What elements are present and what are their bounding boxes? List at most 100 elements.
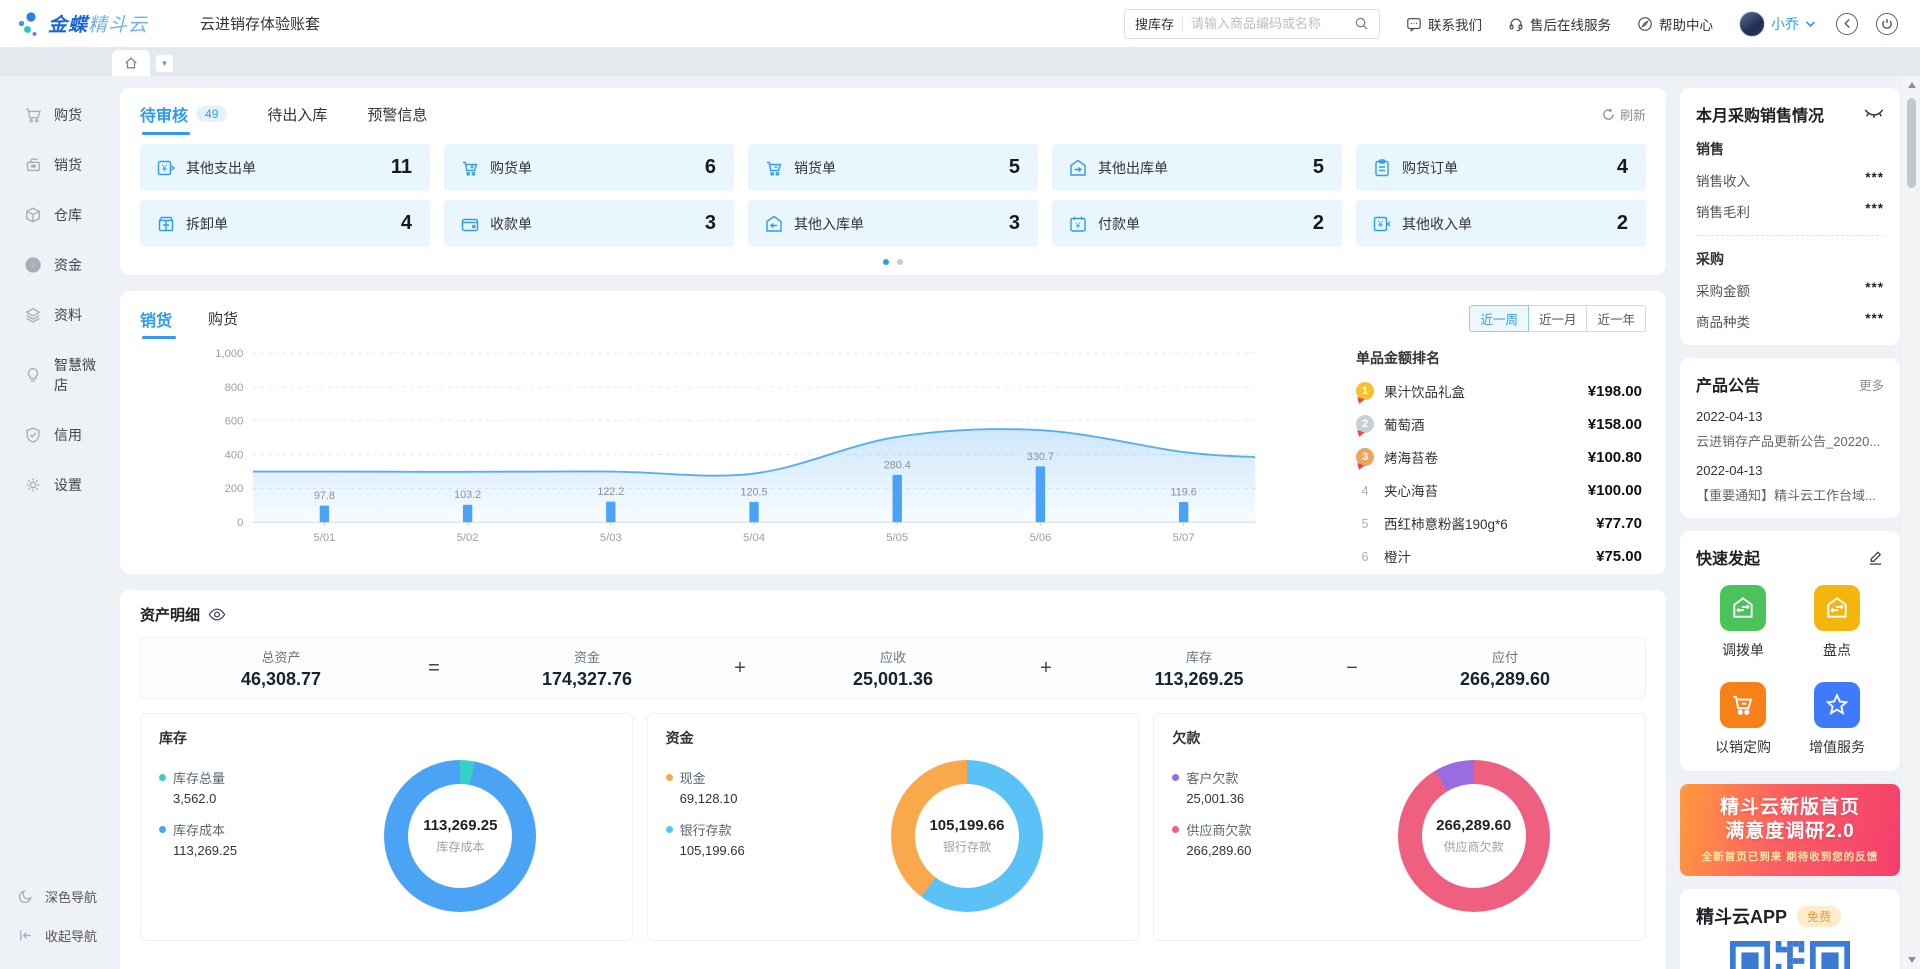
todo-card-disassembly[interactable]: 拆卸单 4 [140, 200, 430, 247]
quick-value-added-services[interactable]: 增值服务 [1809, 682, 1865, 757]
svg-text:¥: ¥ [1377, 219, 1384, 229]
sales-income-row: 销售收入 *** [1696, 170, 1884, 190]
search-input[interactable] [1191, 16, 1354, 31]
rank-amount: ¥100.80 [1578, 449, 1642, 466]
todo-card-label: 其他入库单 [794, 214, 864, 234]
back-button[interactable] [1836, 13, 1858, 35]
quick-transfer-order[interactable]: 调拨单 [1720, 585, 1766, 660]
announcement-link[interactable]: 【重要通知】精斗云工作台域... [1696, 485, 1884, 504]
announcement-link[interactable]: 云进销存产品更新公告_20220... [1696, 431, 1884, 450]
todo-card-other-inbound[interactable]: 其他入库单 3 [748, 200, 1038, 247]
todo-card-other-income[interactable]: ¥ 其他收入单 2 [1356, 200, 1646, 247]
active-tab-underline [142, 132, 190, 135]
legend-item: 供应商欠款 266,289.60 [1172, 820, 1320, 858]
rank-number: 4 [1356, 483, 1374, 498]
arrow-left-icon [1842, 18, 1853, 29]
sidebar-item-settings[interactable]: 设置 [0, 460, 98, 510]
formula-payable: 应付 266,289.60 [1365, 647, 1645, 690]
app-logo[interactable]: 金蝶精斗云 [18, 10, 148, 37]
inventory-donut-chart[interactable]: 113,269.25 库存成本 [384, 760, 536, 912]
rank-name: 烤海苔卷 [1384, 447, 1438, 467]
debt-donut-chart[interactable]: 266,289.60 供应商欠款 [1398, 760, 1550, 912]
collapse-nav-button[interactable]: 收起导航 [0, 916, 98, 955]
todo-card-receipt[interactable]: 收款单 3 [444, 200, 734, 247]
payment-doc-icon: ¥ [1068, 214, 1088, 234]
todo-card-other-expense[interactable]: ¥ 其他支出单 11 [140, 144, 430, 191]
tab-pending-inout[interactable]: 待出入库 [267, 104, 327, 125]
sidebar-item-funds[interactable]: ¥ 资金 [0, 240, 98, 290]
ranking-row[interactable]: 6 橙汁 ¥75.00 [1356, 546, 1642, 566]
inventory-card-title: 库存 [159, 728, 614, 748]
announcements-panel: 产品公告 更多 2022-04-13 云进销存产品更新公告_20220... 2… [1680, 358, 1900, 518]
logout-button[interactable] [1876, 13, 1898, 35]
todo-card-sales-order[interactable]: 销货单 5 [748, 144, 1038, 191]
carousel-dot-2[interactable] [897, 259, 903, 265]
search-box[interactable]: 搜库存 [1124, 9, 1380, 39]
tab-sales-trend[interactable]: 销货 [140, 307, 172, 331]
todo-card-other-outbound[interactable]: 其他出库单 5 [1052, 144, 1342, 191]
avatar[interactable] [1739, 11, 1765, 37]
sidebar-item-warehouse[interactable]: 仓库 [0, 190, 98, 240]
svg-text:103.2: 103.2 [454, 489, 481, 501]
donut-center-label: 银行存款 [943, 838, 991, 855]
contact-us-link[interactable]: 联系我们 [1406, 14, 1482, 34]
legend-value: 266,289.60 [1186, 843, 1320, 858]
ranking-row[interactable]: 5 西红柿意粉酱190g*6 ¥77.70 [1356, 513, 1642, 533]
rank-name: 西红柿意粉酱190g*6 [1384, 513, 1508, 533]
account-title: 云进销存体验账套 [200, 13, 320, 34]
sales-group-header: 销售 [1696, 139, 1884, 159]
scrollbar-up-arrow[interactable] [1908, 82, 1916, 88]
edit-pencil-icon[interactable] [1867, 549, 1884, 566]
sidebar-item-sales[interactable]: 销货 [0, 140, 98, 190]
legend-value: 69,128.10 [680, 791, 814, 806]
todo-card-purchase-order-form[interactable]: 购货订单 4 [1356, 144, 1646, 191]
carousel-dot-1[interactable] [883, 259, 889, 265]
survey-banner[interactable]: 精斗云新版首页 满意度调研2.0 全新首页已到来 期待收到您的反馈 [1680, 784, 1900, 876]
todo-card-count: 5 [1009, 156, 1020, 179]
eye-open-icon[interactable] [208, 608, 226, 621]
announcement-date: 2022-04-13 [1696, 409, 1884, 424]
quick-stocktake[interactable]: 盘点 [1814, 585, 1860, 660]
user-menu[interactable]: 小乔 [1739, 11, 1816, 37]
app-qr-code [1730, 941, 1850, 969]
search-icon[interactable] [1354, 16, 1369, 31]
todo-card-purchase-order[interactable]: 购货单 6 [444, 144, 734, 191]
announcements-more-link[interactable]: 更多 [1859, 375, 1884, 394]
range-month-button[interactable]: 近一月 [1528, 305, 1588, 332]
sidebar-item-data[interactable]: 资料 [0, 290, 98, 340]
todo-card-payment[interactable]: ¥ 付款单 2 [1052, 200, 1342, 247]
search-category[interactable]: 搜库存 [1135, 14, 1174, 33]
ranking-row[interactable]: 3 烤海苔卷 ¥100.80 [1356, 447, 1642, 467]
ranking-row[interactable]: 1 果汁饮品礼盒 ¥198.00 [1356, 381, 1642, 401]
sidebar-item-credit[interactable]: 信用 [0, 410, 98, 460]
help-center-link[interactable]: 帮助中心 [1637, 14, 1713, 34]
gear-icon [24, 476, 42, 494]
tab-list-dropdown[interactable]: ▼ [156, 55, 173, 72]
quick-label: 调拨单 [1722, 640, 1764, 660]
eye-closed-icon[interactable] [1864, 108, 1884, 120]
stocktake-icon [1824, 595, 1850, 621]
range-week-button[interactable]: 近一周 [1469, 305, 1529, 332]
page-scrollbar[interactable] [1903, 76, 1920, 969]
sidebar-item-purchase[interactable]: 购货 [0, 90, 98, 140]
home-tab[interactable] [112, 50, 150, 76]
tab-warning-info[interactable]: 预警信息 [367, 104, 427, 125]
refresh-button[interactable]: 刷新 [1602, 105, 1646, 124]
range-year-button[interactable]: 近一年 [1586, 305, 1646, 332]
scrollbar-down-arrow[interactable] [1908, 957, 1916, 963]
scrollbar-thumb[interactable] [1907, 98, 1916, 188]
ranking-row[interactable]: 4 夹心海苔 ¥100.00 [1356, 480, 1642, 500]
tab-purchase-trend[interactable]: 购货 [208, 308, 238, 329]
sidebar-item-smart-store[interactable]: 智慧微店 [0, 340, 98, 410]
legend-value: 113,269.25 [173, 843, 307, 858]
donut-center-value: 266,289.60 [1436, 817, 1511, 834]
after-sales-service-link[interactable]: 售后在线服务 [1508, 14, 1611, 34]
ranking-row[interactable]: 2 葡萄酒 ¥158.00 [1356, 414, 1642, 434]
dark-nav-toggle[interactable]: 深色导航 [0, 877, 98, 916]
funds-donut-chart[interactable]: 105,199.66 银行存款 [891, 760, 1043, 912]
cart-minus-icon [764, 158, 784, 178]
tab-pending-review[interactable]: 待审核 49 [140, 102, 227, 126]
quick-purchase-by-sales[interactable]: 以销定购 [1715, 682, 1771, 757]
formula-operator: = [421, 657, 447, 680]
home-icon [124, 56, 138, 70]
